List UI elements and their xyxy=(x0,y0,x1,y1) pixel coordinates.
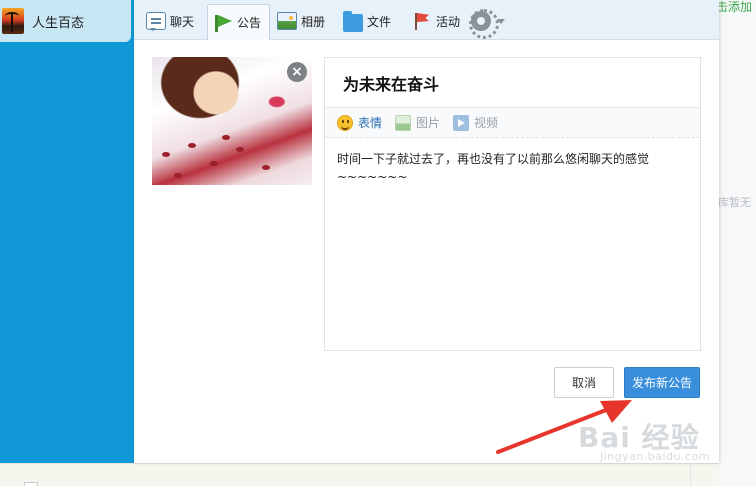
gear-icon xyxy=(469,9,499,39)
album-icon xyxy=(277,12,297,30)
tab-chat[interactable]: 聊天 xyxy=(146,4,202,38)
group-name: 人生百态 xyxy=(32,15,85,31)
video-icon xyxy=(453,114,470,131)
smiley-icon xyxy=(337,114,353,131)
app-window: 击添加 库暂无 人生百态 聊天 公告 相册 文件 活动 × 为未来在奋斗 表情 … xyxy=(0,0,756,486)
image-icon xyxy=(395,114,412,131)
group-tab[interactable]: 人生百态 xyxy=(0,0,131,42)
video-button[interactable]: 视频 xyxy=(453,114,498,131)
notice-title-input[interactable]: 为未来在奋斗 xyxy=(325,58,700,108)
settings-dropdown[interactable] xyxy=(469,4,511,39)
body-line: ~~~~~~~ xyxy=(337,170,408,184)
tab-label: 文件 xyxy=(367,14,392,29)
tab-label: 聊天 xyxy=(170,14,195,29)
tab-event[interactable]: 活动 xyxy=(412,4,468,38)
right-pane xyxy=(719,0,756,486)
folder-icon xyxy=(343,10,363,32)
tab-label: 公告 xyxy=(237,16,262,30)
emoji-button[interactable]: 表情 xyxy=(337,114,382,131)
tab-label: 活动 xyxy=(436,14,461,29)
group-sidebar: 人生百态 xyxy=(0,0,134,463)
tab-notice[interactable]: 公告 xyxy=(207,4,270,40)
notice-flag-icon xyxy=(213,14,233,32)
group-avatar xyxy=(2,8,24,34)
emoji-label: 表情 xyxy=(358,116,383,130)
notice-body-textarea[interactable]: 时间一下子就过去了，再也没有了以前那么悠闲聊天的感觉 ~~~~~~~ xyxy=(337,150,692,186)
event-flag-icon xyxy=(412,12,432,30)
tab-files[interactable]: 文件 xyxy=(343,4,399,38)
cancel-button[interactable]: 取消 xyxy=(554,367,614,398)
remove-cover-button[interactable]: × xyxy=(287,62,307,82)
notice-editor: 为未来在奋斗 表情 图片 视频 时间一下子就过去了，再也没有了以前那么悠闲聊天的… xyxy=(324,57,701,351)
image-label: 图片 xyxy=(416,116,441,130)
image-button[interactable]: 图片 xyxy=(395,114,440,131)
publish-notice-button[interactable]: 发布新公告 xyxy=(624,367,700,398)
bottom-checkbox[interactable] xyxy=(24,482,38,486)
tab-album[interactable]: 相册 xyxy=(277,4,339,38)
video-label: 视频 xyxy=(474,116,499,130)
baidu-watermark: Bai 经验 jingyan.baidu.com xyxy=(578,416,726,468)
tab-bar: 聊天 公告 相册 文件 活动 xyxy=(134,0,719,40)
tab-label: 相册 xyxy=(301,14,326,29)
notice-panel: 聊天 公告 相册 文件 活动 × 为未来在奋斗 表情 图片 视频 时间一下子就过… xyxy=(134,0,719,463)
editor-toolbar: 表情 图片 视频 xyxy=(325,108,700,138)
watermark-url: jingyan.baidu.com xyxy=(600,450,711,463)
body-line: 时间一下子就过去了，再也没有了以前那么悠闲聊天的感觉 xyxy=(337,152,650,166)
chat-icon xyxy=(146,12,166,31)
add-link[interactable]: 击添加 xyxy=(716,0,752,15)
empty-hint: 库暂无 xyxy=(718,196,751,209)
